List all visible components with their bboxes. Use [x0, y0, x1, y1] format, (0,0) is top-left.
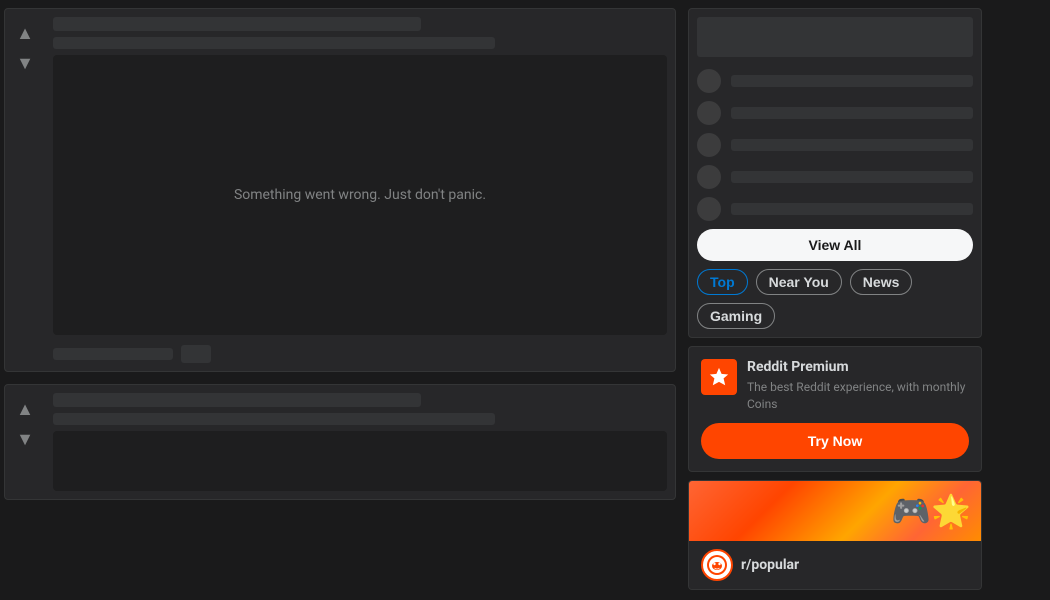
post-content-1: Something went wrong. Just don't panic.: [53, 17, 667, 363]
premium-header: Reddit Premium The best Reddit experienc…: [701, 359, 969, 413]
downvote-button-2[interactable]: ▼: [13, 427, 37, 451]
community-avatar-1: [697, 69, 721, 93]
filter-tabs: Top Near You News Gaming: [697, 269, 973, 329]
premium-description: The best Reddit experience, with monthly…: [747, 379, 969, 413]
premium-title: Reddit Premium: [747, 359, 969, 375]
premium-card: Reddit Premium The best Reddit experienc…: [688, 346, 982, 472]
community-item-1[interactable]: [697, 69, 973, 93]
view-all-button[interactable]: View All: [697, 229, 973, 261]
post-content-2: [53, 393, 667, 491]
right-sidebar: View All Top Near You News Gaming Reddit…: [680, 0, 990, 600]
filter-tab-top[interactable]: Top: [697, 269, 748, 295]
community-item-2[interactable]: [697, 101, 973, 125]
community-item-4[interactable]: [697, 165, 973, 189]
left-panel: ▲ ▼ Something went wrong. Just don't pan…: [0, 0, 680, 600]
downvote-button-1[interactable]: ▼: [13, 51, 37, 75]
post-body-2: [53, 431, 667, 491]
community-item-3[interactable]: [697, 133, 973, 157]
post-card-1: ▲ ▼ Something went wrong. Just don't pan…: [4, 8, 676, 372]
premium-icon: [701, 359, 737, 395]
premium-text-block: Reddit Premium The best Reddit experienc…: [747, 359, 969, 413]
filter-tab-news[interactable]: News: [850, 269, 913, 295]
upvote-button-1[interactable]: ▲: [13, 21, 37, 45]
post-sub-skeleton-1: [53, 37, 495, 49]
popular-footer: r/popular: [689, 541, 981, 589]
community-avatar-4: [697, 165, 721, 189]
post-title-skeleton-1: [53, 17, 421, 31]
post-sub-skeleton-2: [53, 413, 495, 425]
filter-tab-near-you[interactable]: Near You: [756, 269, 842, 295]
error-message-1: Something went wrong. Just don't panic.: [234, 187, 486, 203]
community-name-skeleton-3: [731, 139, 973, 151]
try-now-button[interactable]: Try Now: [701, 423, 969, 459]
main-layout: ▲ ▼ Something went wrong. Just don't pan…: [0, 0, 1050, 600]
popular-card[interactable]: 🎮🌟 r/popular: [688, 480, 982, 590]
community-avatar-3: [697, 133, 721, 157]
post-title-skeleton-2: [53, 393, 421, 407]
post-body-1: Something went wrong. Just don't panic.: [53, 55, 667, 335]
sidebar-communities: View All Top Near You News Gaming: [688, 8, 982, 338]
post-card-2: ▲ ▼: [4, 384, 676, 500]
community-avatar-5: [697, 197, 721, 221]
popular-banner: 🎮🌟: [689, 481, 981, 541]
community-item-5[interactable]: [697, 197, 973, 221]
community-name-skeleton-1: [731, 75, 973, 87]
community-name-skeleton-5: [731, 203, 973, 215]
banner-decoration: 🎮🌟: [891, 492, 971, 530]
footer-skeleton-wide-1: [53, 348, 173, 360]
reddit-snoo-avatar: [701, 549, 733, 581]
community-name-skeleton-2: [731, 107, 973, 119]
community-avatar-2: [697, 101, 721, 125]
vote-column-1: ▲ ▼: [5, 17, 45, 363]
upvote-button-2[interactable]: ▲: [13, 397, 37, 421]
community-name-skeleton-4: [731, 171, 973, 183]
filter-tab-gaming[interactable]: Gaming: [697, 303, 775, 329]
footer-skeleton-small-1: [181, 345, 211, 363]
popular-subreddit-name: r/popular: [741, 557, 799, 573]
vote-column-2: ▲ ▼: [5, 393, 45, 491]
post-footer-1: [53, 341, 667, 363]
communities-top-skeleton: [697, 17, 973, 57]
